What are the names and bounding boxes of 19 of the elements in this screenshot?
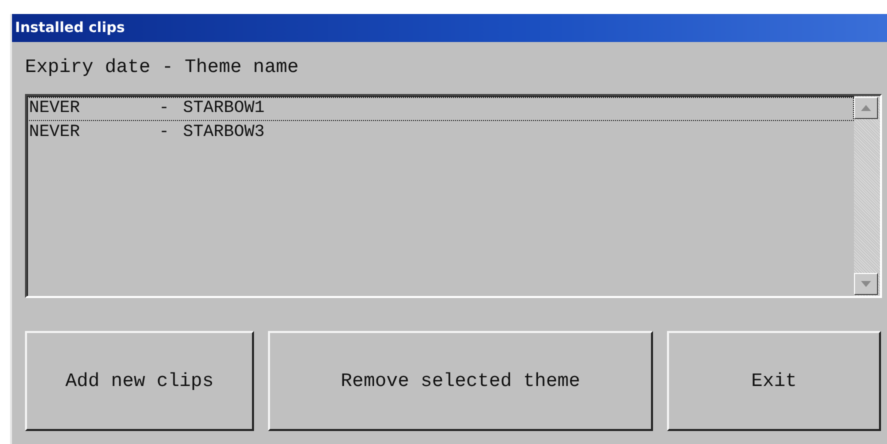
scroll-down-button[interactable] (854, 273, 878, 295)
list-row[interactable]: NEVER - STARBOW1 (27, 97, 854, 121)
list-box[interactable]: NEVER - STARBOW1 NEVER - STARBOW3 (25, 94, 882, 298)
expiry-text: NEVER (29, 122, 82, 144)
theme-name: STARBOW1 (183, 98, 265, 120)
separator-text: - (159, 122, 170, 144)
expiry-text: NEVER (29, 98, 82, 120)
scrollbar[interactable] (854, 96, 880, 296)
scroll-up-button[interactable] (854, 97, 878, 119)
action-button[interactable]: Exit (667, 331, 881, 431)
list-header: Expiry date - Theme name (25, 56, 300, 80)
down-arrow-icon (861, 281, 871, 287)
theme-name: STARBOW3 (183, 122, 265, 144)
window-title: Installed clips (15, 20, 125, 36)
action-button[interactable]: Add new clips (25, 331, 254, 431)
separator-text: - (159, 98, 170, 120)
action-button[interactable]: Remove selected theme (268, 331, 653, 431)
list-row[interactable]: NEVER - STARBOW3 (27, 121, 854, 145)
up-arrow-icon (861, 105, 871, 111)
